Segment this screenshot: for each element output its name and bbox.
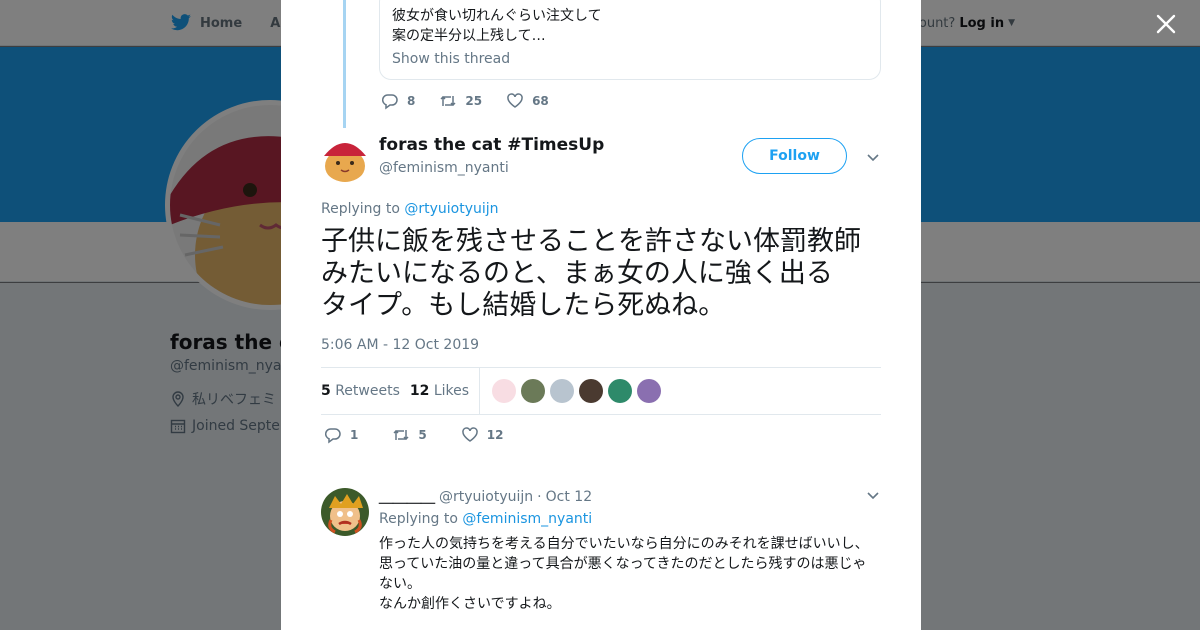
replying-to: Replying to @rtyuiotyuijn	[321, 201, 499, 217]
liker-avatar[interactable]	[579, 379, 604, 403]
quote-text-line: 案の定半分以上残して…	[392, 28, 546, 44]
replying-to-link[interactable]: @rtyuiotyuijn	[404, 201, 498, 217]
show-thread-link[interactable]: Show this thread	[392, 49, 868, 69]
reply-author-handle[interactable]: @rtyuiotyuijn	[439, 489, 533, 505]
like-action[interactable]: 68	[506, 92, 549, 110]
liker-avatar[interactable]	[521, 379, 546, 403]
reply-replying-to-link[interactable]: @feminism_nyanti	[462, 511, 592, 527]
tweet-actions: 1 5 12	[324, 426, 527, 444]
reply-text-line: 作った人の気持ちを考える自分でいたいなら自分にのみそれを課せばいいし、	[379, 536, 869, 552]
previous-tweet-actions: 8 25 68	[381, 92, 573, 110]
reply-text-line: なんか創作くさいですよね。	[379, 596, 561, 612]
tweet-modal: 彼女が食い切れんぐらい注文して 案の定半分以上残して… Show this th…	[281, 0, 921, 630]
liker-avatar[interactable]	[492, 379, 517, 403]
retweet-icon	[393, 429, 409, 441]
tweet-text-line: みたいになるのと、まぁ女の人に強く出る	[321, 258, 833, 289]
author-avatar[interactable]	[321, 134, 369, 182]
tweet-text: 子供に飯を残させることを許さない体罰教師 みたいになるのと、まぁ女の人に強く出る…	[321, 226, 891, 322]
retweet-action[interactable]: 5	[392, 426, 427, 444]
reply-icon	[324, 428, 341, 444]
tweet-stats: 5 Retweets 12 Likes	[321, 367, 881, 415]
retweet-icon	[440, 95, 456, 107]
chevron-down-icon[interactable]	[866, 150, 880, 164]
reply-replying-to: Replying to @feminism_nyanti	[379, 511, 593, 527]
likes-stat[interactable]: 12 Likes	[410, 383, 469, 399]
close-icon[interactable]	[1154, 12, 1178, 36]
reply-text: 作った人の気持ちを考える自分でいたいなら自分にのみそれを課せばいいし、 思ってい…	[379, 534, 879, 614]
reply-author-avatar[interactable]	[321, 488, 369, 536]
tweet-timestamp[interactable]: 5:06 AM - 12 Oct 2019	[321, 337, 479, 353]
follow-button[interactable]: Follow	[742, 138, 847, 174]
heart-icon	[507, 93, 523, 108]
reply-action[interactable]: 1	[324, 426, 358, 444]
heart-icon	[461, 427, 478, 442]
author-handle[interactable]: @feminism_nyanti	[379, 160, 509, 176]
tweet-text-line: 子供に飯を残させることを許さない体罰教師	[321, 226, 861, 257]
author-name[interactable]: foras the cat #TimesUp	[379, 135, 604, 155]
reply-text-line: 思っていた油の量と違って具合が悪くなってきたのだとしたら残すのは悪じゃ	[379, 556, 867, 572]
reply-text-line: ない。	[379, 576, 421, 592]
chevron-down-icon[interactable]	[866, 488, 880, 502]
quoted-tweet-card[interactable]: 彼女が食い切れんぐらい注文して 案の定半分以上残して… Show this th…	[379, 0, 881, 80]
reply-header: ＿＿＿＿ @rtyuiotyuijn · Oct 12	[379, 487, 593, 507]
liker-avatar[interactable]	[608, 379, 633, 403]
thread-connector	[343, 0, 346, 128]
like-action[interactable]: 12	[461, 426, 503, 444]
stats-divider	[479, 367, 481, 415]
tweet-text-line: タイプ。もし結婚したら死ぬね。	[321, 290, 726, 321]
liker-avatar[interactable]	[637, 379, 662, 403]
retweet-action[interactable]: 25	[439, 92, 482, 110]
reply-action[interactable]: 8	[381, 92, 415, 110]
reply-author-name[interactable]: ＿＿＿＿	[379, 487, 435, 507]
quote-text-line: 彼女が食い切れんぐらい注文して	[392, 8, 602, 24]
retweets-stat[interactable]: 5 Retweets	[321, 383, 400, 399]
liker-avatar[interactable]	[550, 379, 575, 403]
reply-icon	[381, 94, 398, 110]
reply-date[interactable]: Oct 12	[546, 489, 592, 505]
